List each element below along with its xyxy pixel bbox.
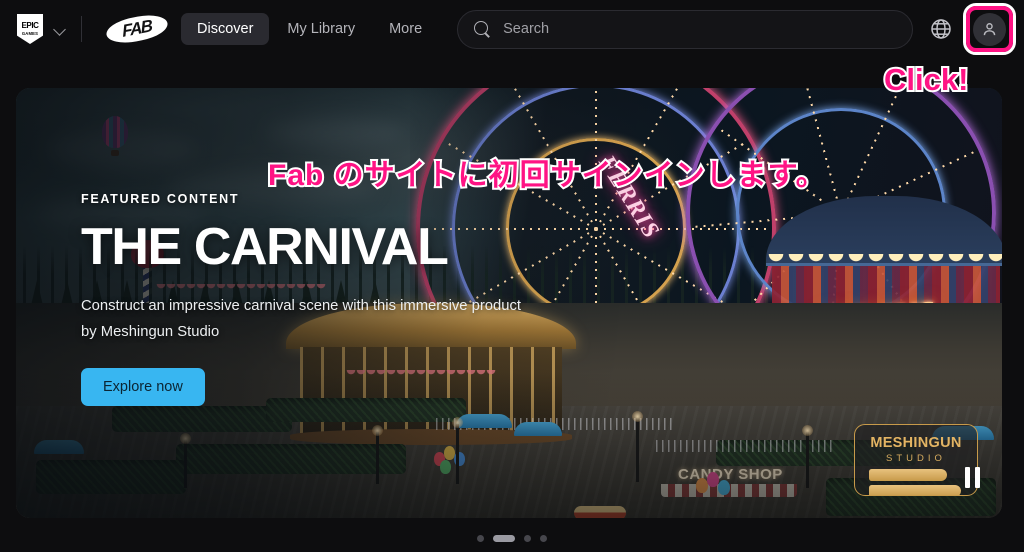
studio-name: MESHINGUN (870, 435, 962, 451)
explore-now-button[interactable]: Explore now (81, 368, 205, 406)
hero-title: THE CARNIVAL (81, 218, 449, 276)
nav-divider (81, 16, 82, 42)
carousel-dot-1[interactable] (477, 535, 484, 542)
search-bar[interactable] (457, 9, 914, 49)
globe-icon[interactable] (929, 17, 953, 41)
top-navigation-bar: EPIC GAMES FAB Discover My Library More (0, 0, 1024, 58)
fab-discover-page: EPIC GAMES FAB Discover My Library More (0, 0, 1024, 552)
epic-games-shield-icon[interactable]: EPIC GAMES (17, 14, 43, 44)
fab-logo[interactable]: FAB (104, 11, 170, 47)
pause-bar-left (965, 467, 970, 488)
carousel-dot-3[interactable] (524, 535, 531, 542)
carousel-dot-4[interactable] (540, 535, 547, 542)
pause-bar-right (975, 467, 980, 488)
click-annotation: Click! (882, 60, 970, 99)
studio-bullet-mark (869, 469, 947, 481)
hero-text-block: FEATURED CONTENT THE CARNIVAL Construct … (81, 192, 551, 406)
studio-bullet-mark (869, 485, 961, 495)
meshingun-studio-badge: MESHINGUN STUDIO (854, 424, 978, 496)
account-button[interactable] (973, 13, 1006, 46)
nav-link-my-library[interactable]: My Library (271, 13, 371, 45)
search-icon (474, 20, 491, 38)
epic-logo-line1: EPIC (21, 20, 39, 30)
primary-nav-links: Discover My Library More (181, 13, 438, 45)
pause-icon[interactable] (965, 467, 980, 488)
nav-link-discover[interactable]: Discover (181, 13, 270, 45)
carousel-dot-2[interactable] (493, 535, 515, 542)
japanese-instruction-annotation: Fab のサイトに初回サインインします。 (266, 157, 828, 194)
hero-eyebrow: FEATURED CONTENT (81, 192, 240, 206)
search-input[interactable] (503, 21, 897, 37)
chevron-down-icon[interactable] (54, 23, 67, 36)
studio-subtitle: STUDIO (886, 453, 946, 464)
carousel-dot-indicators (0, 535, 1024, 542)
hero-description: Construct an impressive carnival scene w… (81, 298, 521, 340)
epic-logo-line2: GAMES (21, 30, 39, 36)
nav-link-more[interactable]: More (373, 13, 438, 45)
